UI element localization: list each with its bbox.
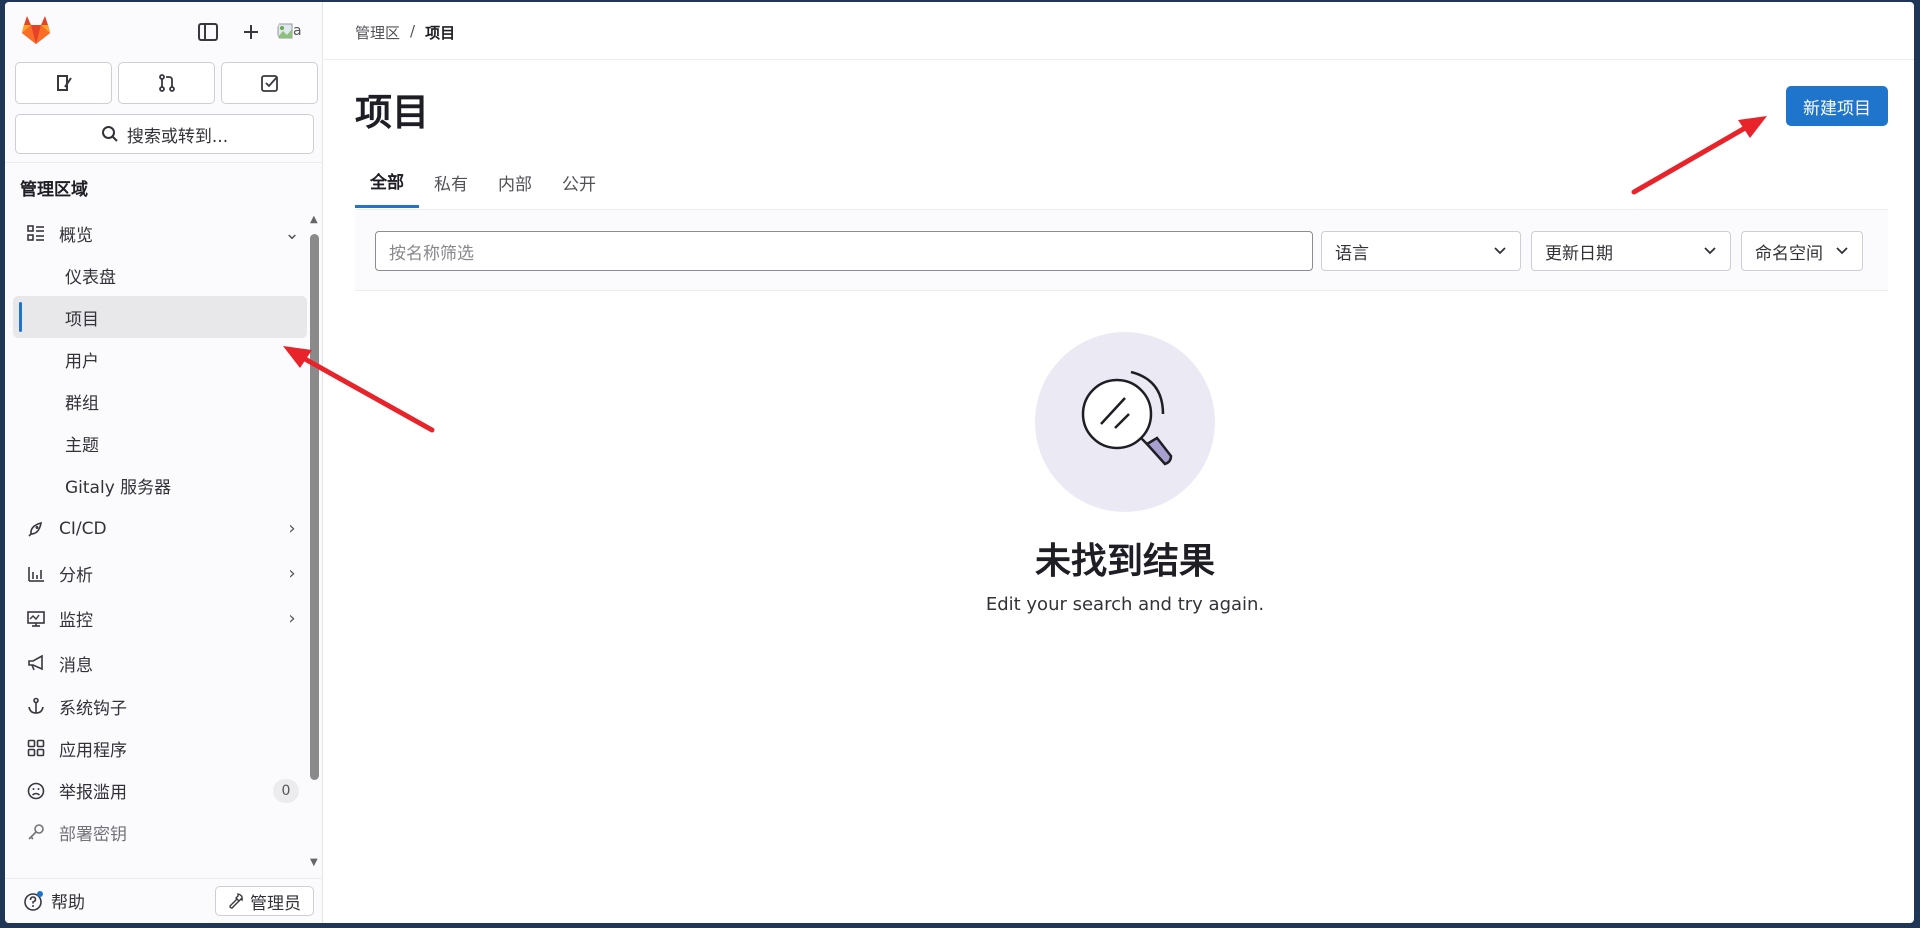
magnifier-icon	[1081, 370, 1173, 466]
sort-dropdown[interactable]: 更新日期	[1531, 231, 1731, 271]
tab-private[interactable]: 私有	[419, 156, 483, 208]
sidebar-item-label: CI/CD	[59, 518, 107, 539]
sidebar-item-label: 监控	[59, 611, 93, 631]
language-dropdown[interactable]: 语言	[1321, 231, 1521, 271]
language-dropdown-label: 语言	[1335, 243, 1369, 264]
empty-state-illustration	[1035, 332, 1215, 512]
chevron-right-icon: ›	[288, 563, 296, 584]
chevron-right-icon: ›	[288, 518, 296, 539]
issues-button[interactable]	[15, 62, 112, 104]
chevron-down-icon	[1494, 247, 1506, 255]
empty-state-title: 未找到结果	[1034, 541, 1215, 582]
breadcrumb-admin-link[interactable]: 管理区	[355, 22, 400, 43]
sidebar-item-overview[interactable]: 概览 ⌄	[13, 212, 307, 254]
name-filter-input[interactable]: 按名称筛选	[375, 231, 1313, 271]
visibility-tabs: 全部 私有 内部 公开	[355, 156, 611, 208]
tab-public[interactable]: 公开	[547, 156, 611, 208]
issues-icon	[56, 75, 72, 91]
merge-request-icon	[158, 74, 175, 92]
main-content: 管理区 / 项目 项目 新建项目 全部 私有 内部 公开 按名称筛选 语言 更新…	[324, 2, 1914, 923]
admin-label: 管理员	[250, 893, 301, 914]
count-badge: 0	[273, 778, 299, 803]
sidebar-item-label: 举报滥用	[59, 783, 127, 803]
todo-button[interactable]	[221, 62, 318, 104]
help-button[interactable]: 帮助	[23, 888, 85, 913]
key-icon	[13, 823, 53, 841]
avatar-alt-text: a	[293, 23, 302, 39]
sidebar-item-users[interactable]: 用户	[13, 338, 307, 380]
apps-icon	[13, 739, 53, 757]
megaphone-icon	[13, 654, 53, 672]
empty-state-description: Edit your search and try again.	[985, 594, 1265, 615]
sidebar-section-title: 管理区域	[20, 180, 88, 200]
sidebar-item-monitoring[interactable]: 监控 ›	[13, 596, 307, 641]
sidebar-item-analytics[interactable]: 分析 ›	[13, 551, 307, 596]
anchor-icon	[13, 697, 53, 715]
tab-internal[interactable]: 内部	[483, 156, 547, 208]
sidebar-item-projects[interactable]: 项目	[13, 296, 307, 338]
sidebar-nav: 概览 ⌄ 仪表盘 项目 用户 群组 主题 Gitaly 服务器 CI/CD › …	[13, 212, 307, 852]
sidebar-item-messages[interactable]: 消息	[13, 641, 307, 685]
chevron-down-icon	[1836, 247, 1848, 255]
broken-image-icon	[277, 23, 293, 39]
chart-icon	[13, 565, 53, 583]
sidebar: a 搜索或转到... 管理区域 概览 ⌄ 仪表盘 项目 用户 群组 主题 Git…	[5, 2, 323, 923]
sidebar-item-label: 概览	[59, 225, 93, 246]
admin-button[interactable]: 管理员	[215, 886, 314, 916]
search-button[interactable]: 搜索或转到...	[15, 114, 314, 154]
chevron-down-icon	[1704, 247, 1716, 255]
gitlab-logo-icon[interactable]	[19, 14, 53, 46]
namespace-dropdown-label: 命名空间	[1755, 243, 1823, 264]
toggle-sidebar-icon[interactable]	[193, 17, 223, 47]
help-icon	[24, 890, 43, 911]
namespace-dropdown[interactable]: 命名空间	[1741, 231, 1863, 271]
rocket-icon	[13, 520, 53, 538]
wrench-icon	[229, 893, 243, 909]
sidebar-item-label: 分析	[59, 566, 93, 586]
filter-bar: 按名称筛选 语言 更新日期 命名空间	[355, 209, 1888, 291]
app-window: a 搜索或转到... 管理区域 概览 ⌄ 仪表盘 项目 用户 群组 主题 Git…	[5, 2, 1914, 923]
plus-icon[interactable]	[236, 17, 266, 47]
sidebar-item-dashboard[interactable]: 仪表盘	[13, 254, 307, 296]
quick-actions	[15, 62, 318, 104]
sort-dropdown-label: 更新日期	[1545, 243, 1613, 264]
monitor-icon	[13, 610, 53, 628]
chevron-right-icon: ›	[288, 608, 296, 629]
sidebar-item-abuse-reports[interactable]: 举报滥用 0	[13, 769, 307, 812]
breadcrumb-current[interactable]: 项目	[425, 22, 455, 43]
sidebar-item-label: 消息	[59, 655, 93, 676]
sidebar-item-topics[interactable]: 主题	[13, 422, 307, 464]
sidebar-divider	[5, 162, 323, 163]
new-project-button[interactable]: 新建项目	[1786, 86, 1888, 126]
scroll-up-arrow-icon[interactable]: ▲	[310, 214, 318, 225]
sidebar-item-deploy-keys[interactable]: 部署密钥	[13, 812, 307, 852]
overview-icon	[13, 224, 53, 242]
sidebar-item-gitaly[interactable]: Gitaly 服务器	[13, 464, 307, 506]
search-icon	[101, 126, 118, 142]
page-title: 项目	[355, 91, 429, 134]
merge-requests-button[interactable]	[118, 62, 215, 104]
abuse-icon	[13, 782, 53, 800]
scroll-down-arrow-icon[interactable]: ▼	[310, 857, 318, 868]
sidebar-item-label: 部署密钥	[59, 824, 127, 845]
sidebar-item-groups[interactable]: 群组	[13, 380, 307, 422]
top-bar: 管理区 / 项目	[324, 2, 1914, 60]
chevron-down-icon: ⌄	[284, 222, 300, 244]
sidebar-item-cicd[interactable]: CI/CD ›	[13, 506, 307, 551]
avatar[interactable]: a	[277, 16, 307, 46]
search-button-label: 搜索或转到...	[126, 126, 229, 147]
sidebar-header: a 搜索或转到...	[5, 2, 323, 162]
sidebar-item-label: 应用程序	[59, 740, 127, 761]
help-label: 帮助	[51, 893, 85, 913]
sidebar-item-label: 系统钩子	[59, 698, 127, 719]
tab-all[interactable]: 全部	[355, 156, 419, 208]
sidebar-item-applications[interactable]: 应用程序	[13, 727, 307, 769]
breadcrumb-separator: /	[410, 22, 416, 40]
sidebar-footer: 帮助 管理员	[5, 878, 323, 923]
sidebar-scrollbar-thumb[interactable]	[310, 234, 319, 780]
breadcrumb: 管理区 / 项目	[355, 22, 455, 43]
sidebar-item-system-hooks[interactable]: 系统钩子	[13, 685, 307, 727]
todo-icon	[260, 75, 278, 92]
